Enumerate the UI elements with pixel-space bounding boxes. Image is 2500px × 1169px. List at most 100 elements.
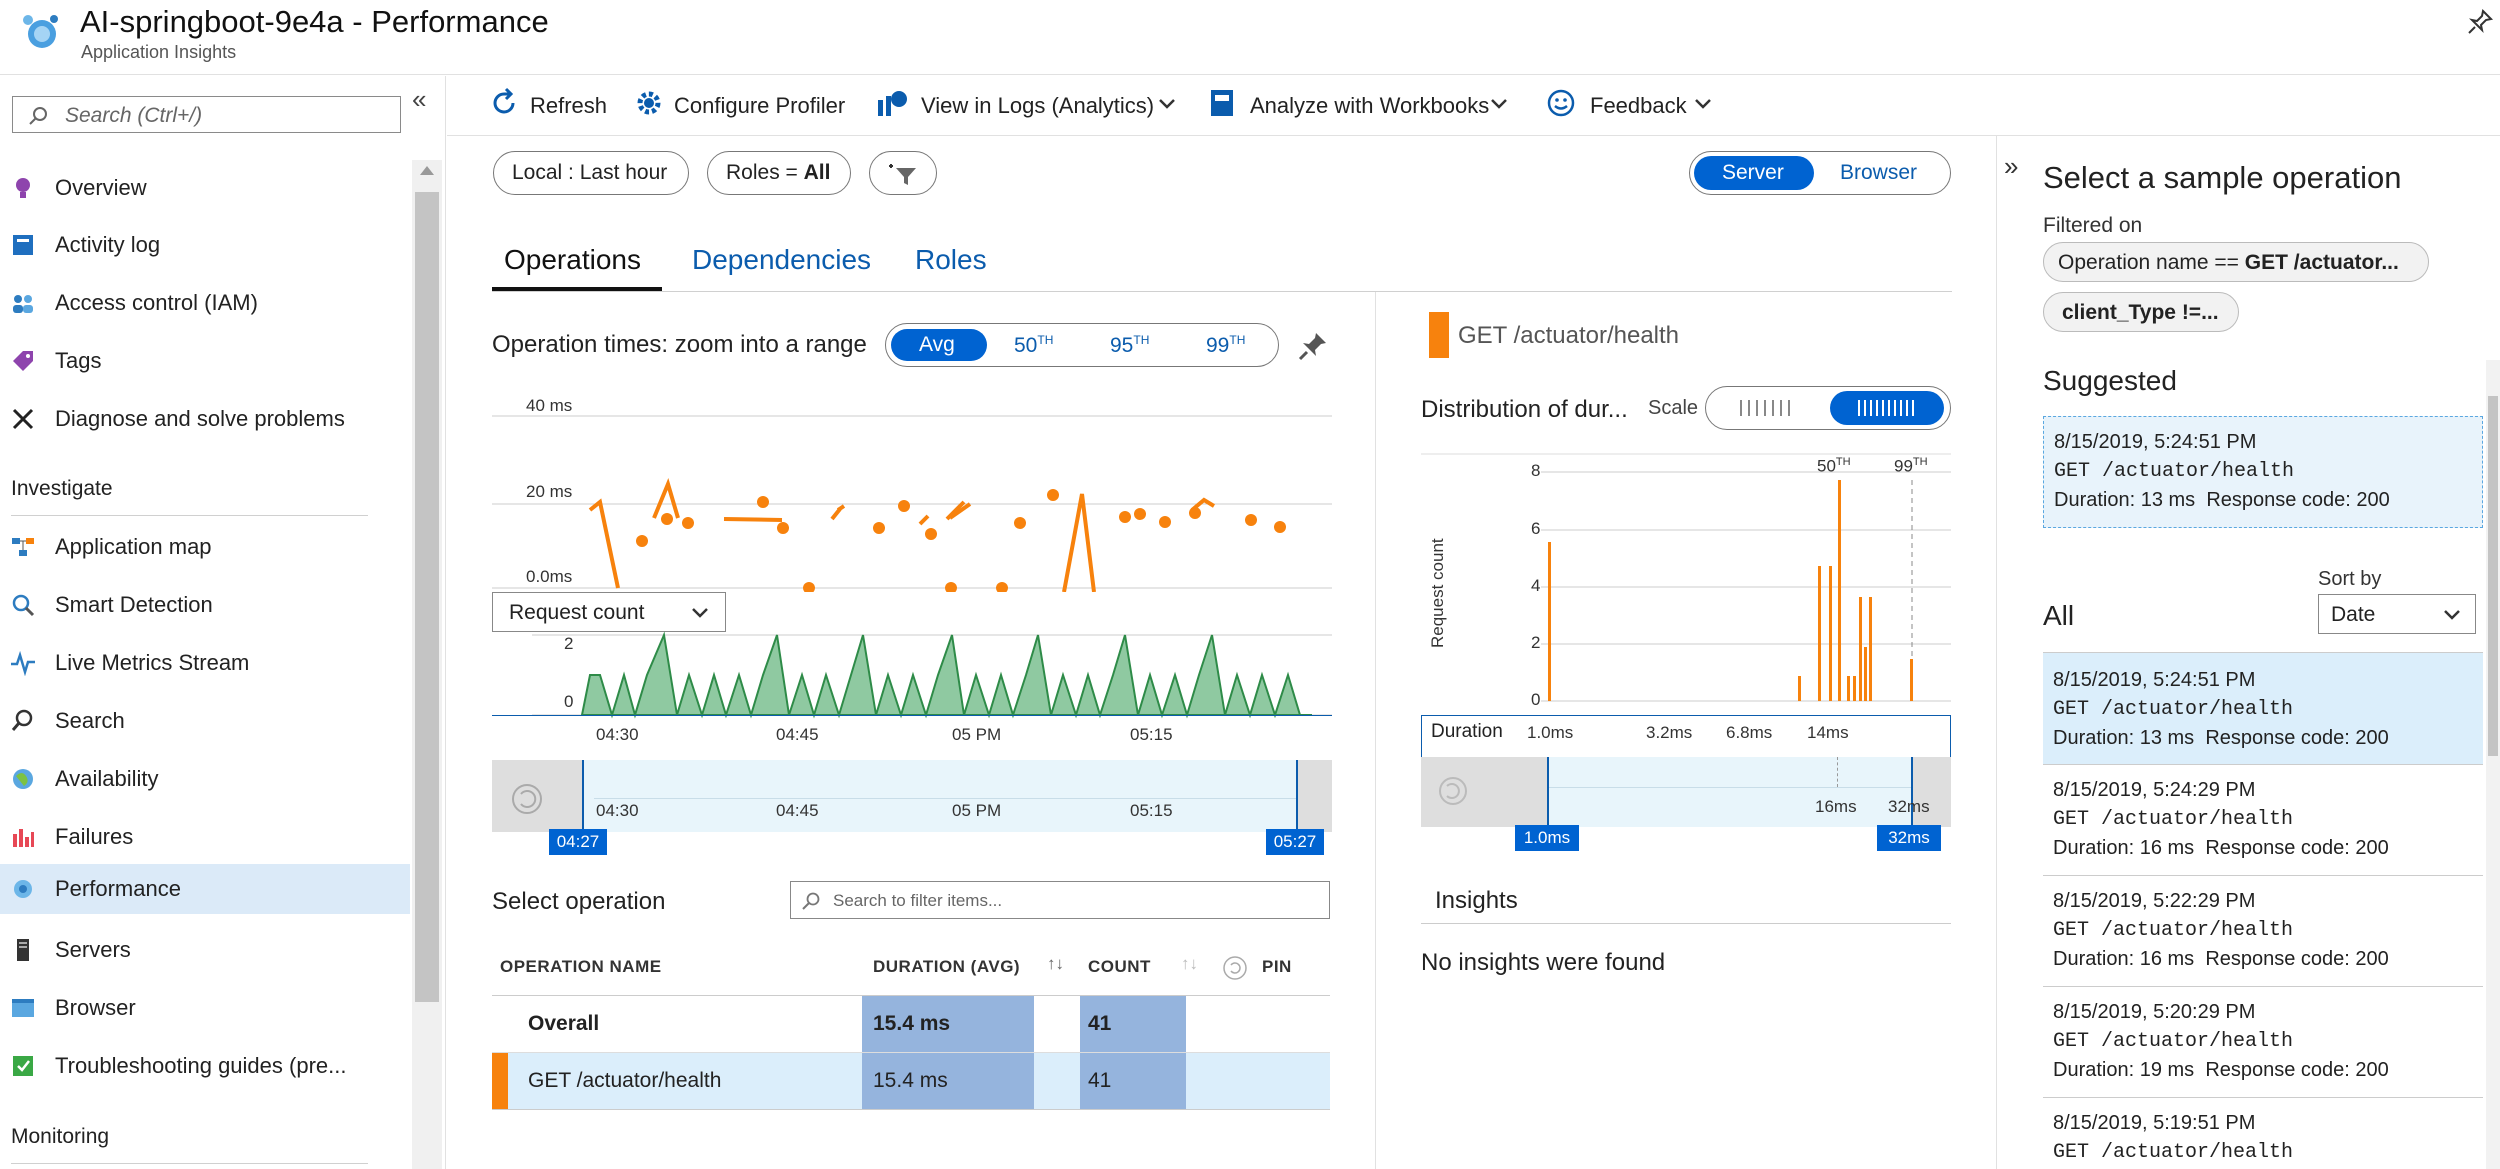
sort-arrows-icon[interactable]: ↑↓ (1047, 954, 1064, 974)
sample-list-item[interactable]: 8/15/2019, 5:22:29 PM GET /actuator/heal… (2043, 876, 2483, 986)
duration-range-brush[interactable] (1421, 757, 1951, 827)
sidebar-item-live-metrics[interactable]: Live Metrics Stream (0, 638, 410, 688)
right-panel-scrollbar[interactable] (2486, 360, 2500, 1169)
sample-list-item[interactable]: 8/15/2019, 5:24:51 PM GET /actuator/heal… (2043, 653, 2483, 764)
analyze-workbooks-button[interactable]: Analyze with Workbooks (1208, 85, 1518, 125)
percentile-95-option[interactable]: 95TH (1110, 333, 1149, 358)
browser-toggle-option[interactable]: Browser (1840, 161, 1917, 185)
brush-handle-right[interactable] (1296, 760, 1298, 832)
insights-empty-message: No insights were found (1421, 949, 1666, 976)
log-scale-icon (1858, 400, 1916, 416)
duration-cell: 15.4 ms (873, 1012, 951, 1035)
sample-list-item[interactable]: 8/15/2019, 5:20:29 PM GET /actuator/heal… (2043, 987, 2483, 1097)
column-header-duration[interactable]: DURATION (AVG) (873, 957, 1020, 977)
collapse-menu-icon[interactable]: « (412, 84, 426, 115)
operation-name-cell: Overall (528, 1012, 600, 1035)
brush-x-tick-label: 05:15 (1130, 801, 1173, 820)
sample-list-item[interactable]: 8/15/2019, 5:19:51 PM GET /actuator/heal… (2043, 1098, 2483, 1169)
filter-chip-client-type[interactable]: client_Type !=... (2043, 292, 2239, 332)
scale-toggle[interactable] (1705, 386, 1951, 430)
scroll-up-arrow-icon[interactable] (420, 166, 434, 175)
roles-filter-pill[interactable]: Roles = All (707, 151, 851, 195)
view-in-logs-button[interactable]: View in Logs (Analytics) (876, 85, 1196, 125)
sidebar-scrollbar[interactable] (412, 160, 442, 1169)
sort-by-select[interactable]: Date (2318, 594, 2476, 634)
pin-icon[interactable] (2466, 8, 2494, 36)
suggested-sample-card[interactable]: 8/15/2019, 5:24:51 PM GET /actuator/heal… (2043, 416, 2483, 528)
sample-list-item[interactable]: 8/15/2019, 5:24:29 PM GET /actuator/heal… (2043, 765, 2483, 875)
sidebar-item-servers[interactable]: Servers (0, 925, 410, 975)
y-tick-label: 0 (1531, 690, 1541, 709)
request-count-chart[interactable] (492, 630, 1332, 720)
table-row-get-actuator-health[interactable]: GET /actuator/health 15.4 ms 41 (492, 1053, 1330, 1109)
tab-operations[interactable]: Operations (504, 244, 641, 276)
percentile-toggle[interactable]: Avg 50TH 95TH 99TH (885, 323, 1279, 367)
sidebar-item-troubleshooting[interactable]: Troubleshooting guides (pre... (0, 1041, 410, 1091)
percentile-suffix: TH (1229, 333, 1246, 347)
sidebar-item-availability[interactable]: Availability (0, 754, 410, 804)
brush-handle-left[interactable] (582, 760, 584, 832)
duration-distribution-chart[interactable] (1421, 450, 1951, 715)
sidebar-item-browser[interactable]: Browser (0, 983, 410, 1033)
sidebar-scrollbar-thumb[interactable] (415, 192, 439, 1002)
sample-duration-label: Duration: (2053, 837, 2140, 859)
tab-roles[interactable]: Roles (915, 244, 987, 276)
percentile-99-option[interactable]: 99TH (1206, 333, 1245, 358)
sidebar-item-activity-log[interactable]: Activity log (0, 220, 410, 270)
column-header-operation-name[interactable]: OPERATION NAME (500, 957, 662, 977)
sidebar-item-diagnose[interactable]: Diagnose and solve problems (0, 394, 410, 444)
metric-select-value: Request count (509, 601, 645, 624)
sort-arrows-icon[interactable]: ↑↓ (1181, 954, 1198, 974)
brush-handle-left[interactable] (1547, 757, 1549, 827)
reset-zoom-icon[interactable] (1437, 775, 1469, 807)
sample-code: 200 (2355, 837, 2389, 859)
refresh-button[interactable]: Refresh (488, 85, 608, 125)
table-row-overall[interactable]: Overall 15.4 ms 41 (492, 996, 1330, 1052)
time-range-pill[interactable]: Local : Last hour (493, 151, 689, 195)
sidebar-item-smart-detection[interactable]: Smart Detection (0, 580, 410, 630)
sidebar-item-performance[interactable]: Performance (0, 864, 410, 914)
time-range-brush[interactable] (492, 760, 1332, 832)
guide-icon (13, 1056, 33, 1076)
linear-scale-icon[interactable] (1740, 400, 1796, 416)
metric-select[interactable]: Request count (492, 592, 726, 632)
right-panel-scrollbar-thumb[interactable] (2488, 396, 2498, 756)
server-browser-toggle[interactable]: Server Browser (1689, 151, 1951, 195)
sidebar-item-overview[interactable]: Overview (0, 163, 410, 213)
range-end-label[interactable]: 05:27 (1266, 829, 1324, 855)
x-tick-label: 05:15 (1130, 725, 1173, 744)
configure-profiler-button[interactable]: Configure Profiler (634, 85, 854, 125)
sidebar-item-label: Application map (55, 534, 212, 559)
sidebar-item-failures[interactable]: Failures (0, 812, 410, 862)
distribution-operation-name: GET /actuator/health (1458, 322, 1680, 349)
feedback-button[interactable]: Feedback (1546, 85, 1716, 125)
log-scale-option[interactable] (1830, 391, 1944, 425)
duration-range-start-label[interactable]: 1.0ms (1515, 825, 1579, 851)
percentile-avg-option[interactable]: Avg (891, 329, 987, 361)
reset-zoom-icon[interactable] (510, 782, 544, 816)
sidebar-item-search[interactable]: Search (0, 696, 410, 746)
operations-search-input[interactable]: Search to filter items... (790, 881, 1330, 919)
section-monitoring: Monitoring (11, 1125, 110, 1148)
tab-dependencies[interactable]: Dependencies (692, 244, 871, 276)
gear-icon (637, 91, 661, 115)
sidebar-item-tags[interactable]: Tags (0, 336, 410, 386)
filter-chip-operation-name[interactable]: Operation name == GET /actuator... (2043, 242, 2429, 282)
distribution-title: Distribution of dur... (1421, 396, 1628, 423)
analyze-workbooks-label: Analyze with Workbooks (1250, 93, 1490, 118)
insights-divider (1421, 923, 1951, 924)
range-start-label[interactable]: 04:27 (549, 829, 607, 855)
sidebar-item-access-control[interactable]: Access control (IAM) (0, 278, 410, 328)
duration-cell: 15.4 ms (873, 1069, 948, 1092)
percentile-50-option[interactable]: 50TH (1014, 333, 1053, 358)
server-toggle-option[interactable]: Server (1694, 156, 1814, 190)
column-header-count[interactable]: COUNT (1088, 957, 1151, 977)
pin-chart-icon[interactable] (1297, 330, 1329, 362)
sidebar-item-application-map[interactable]: Application map (0, 522, 410, 572)
expand-panel-icon[interactable]: » (2004, 151, 2018, 182)
view-in-logs-label: View in Logs (Analytics) (921, 93, 1155, 118)
duration-chart[interactable] (492, 392, 1332, 592)
duration-range-end-label[interactable]: 32ms (1877, 825, 1941, 851)
sidebar-item-overview[interactable] (0, 102, 410, 152)
add-filter-button[interactable] (869, 151, 937, 195)
